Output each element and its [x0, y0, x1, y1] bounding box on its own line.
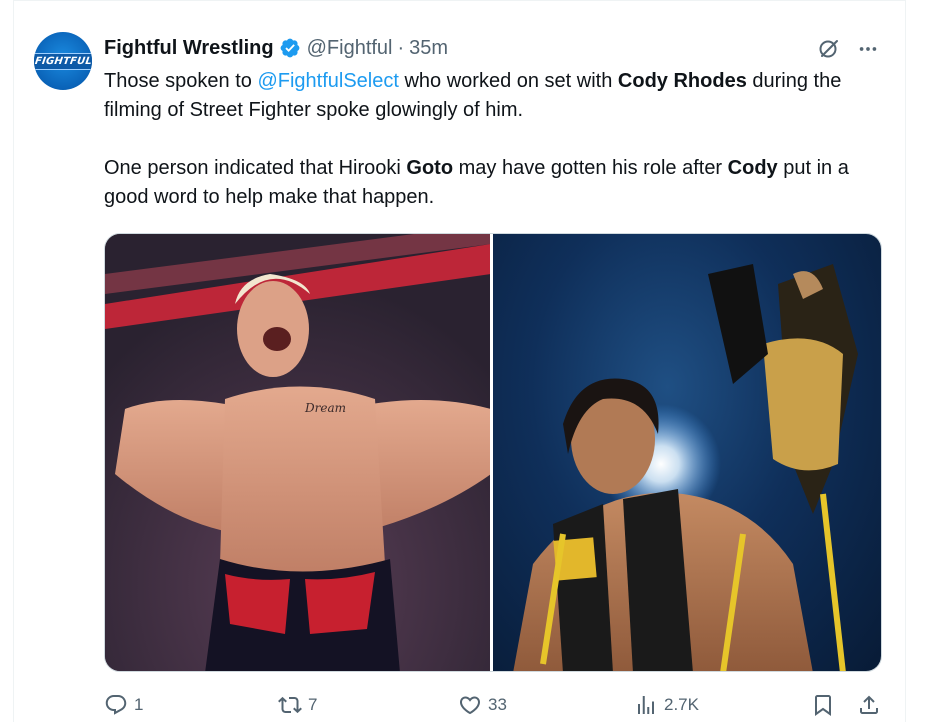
media-grid: Dream: [104, 233, 882, 672]
avatar[interactable]: FIGHTFUL: [34, 32, 92, 90]
bookmark-button[interactable]: [811, 688, 841, 722]
text-segment: One person indicated that Hirooki: [104, 157, 407, 179]
grok-icon[interactable]: [817, 37, 841, 61]
repost-icon: [278, 696, 302, 714]
author-handle[interactable]: @Fightful: [307, 37, 393, 60]
views-icon: [638, 696, 654, 714]
bold-name: Cody Rhodes: [617, 70, 747, 92]
separator-dot: ·: [397, 36, 405, 59]
svg-text:Dream: Dream: [304, 401, 346, 415]
reply-icon: [105, 695, 127, 715]
author-name[interactable]: Fightful Wrestling: [104, 37, 274, 60]
photo-hirooki-goto[interactable]: [493, 234, 881, 671]
more-icon[interactable]: [856, 37, 880, 61]
text-segment: may have gotten his role after: [453, 157, 728, 179]
tweet-actions: 1 7 33 2.7K: [104, 688, 882, 722]
mention-link[interactable]: @FightfulSelect: [257, 70, 398, 92]
tweet-paragraph-2: One person indicated that Hirooki Goto m…: [104, 154, 894, 212]
reply-button[interactable]: 1: [104, 688, 143, 722]
like-icon: [459, 696, 481, 715]
share-button[interactable]: [857, 688, 887, 722]
share-icon: [860, 695, 878, 714]
photo-cody-rhodes[interactable]: Dream: [105, 234, 490, 671]
views-button[interactable]: 2.7K: [634, 688, 699, 722]
bold-name: Cody: [727, 157, 778, 179]
timestamp[interactable]: 35m: [409, 37, 448, 60]
repost-button[interactable]: 7: [278, 688, 317, 722]
verified-badge-icon[interactable]: [279, 37, 301, 59]
tweet-header: Fightful Wrestling @Fightful · 35m: [104, 34, 448, 62]
like-count: 33: [488, 695, 507, 714]
reply-count: 1: [134, 695, 144, 714]
tweet-text: Those spoken to @FightfulSelect who work…: [104, 67, 894, 212]
repost-count: 7: [308, 695, 318, 714]
text-segment: who worked on set with: [398, 70, 618, 92]
avatar-logo-text: FIGHTFUL: [34, 52, 92, 70]
views-count: 2.7K: [664, 695, 699, 714]
text-segment: Those spoken to: [104, 70, 258, 92]
tweet-paragraph-1: Those spoken to @FightfulSelect who work…: [104, 67, 894, 125]
bold-name: Goto: [406, 157, 454, 179]
like-button[interactable]: 33: [458, 688, 507, 722]
bookmark-icon: [815, 695, 831, 716]
